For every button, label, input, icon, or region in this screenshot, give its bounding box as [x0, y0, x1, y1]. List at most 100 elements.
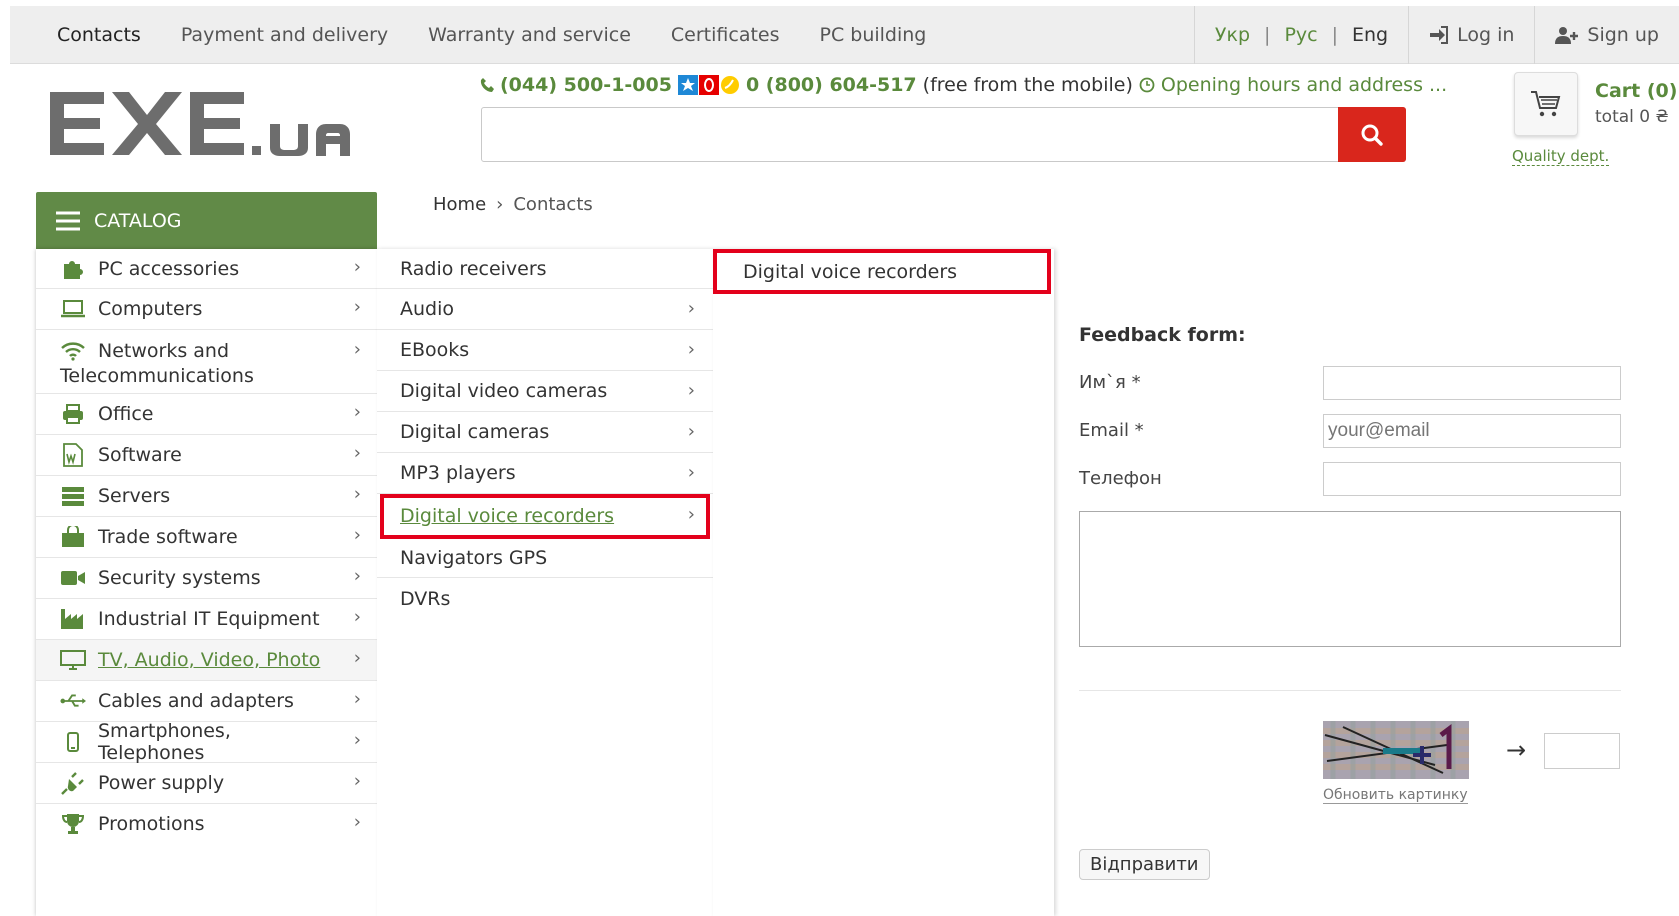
login-label: Log in [1457, 24, 1515, 46]
submenu-item-video-cameras[interactable]: Digital video cameras › [377, 371, 713, 412]
quality-dept-link[interactable]: Quality dept. [1512, 147, 1610, 166]
mobile-operators-icons [677, 75, 740, 95]
catalog-item-promotions[interactable]: Promotions › [36, 804, 377, 844]
phone-label: Телефон [1079, 468, 1162, 489]
catalog-title: CATALOG [94, 209, 182, 232]
phone-free[interactable]: 0 (800) 604-517 [746, 74, 917, 96]
submenu-item-label: Radio receivers [400, 257, 547, 280]
catalog-item-servers[interactable]: Servers › [36, 476, 377, 517]
email-field[interactable] [1323, 414, 1621, 448]
shopping-bag-icon [60, 525, 86, 549]
submenu-item-radio[interactable]: Radio receivers [377, 249, 713, 289]
name-field[interactable] [1323, 366, 1621, 400]
lang-separator: | [1264, 24, 1271, 46]
submenu-item-audio[interactable]: Audio › [377, 289, 713, 330]
language-switcher: Укр | Рус | Eng [1193, 6, 1408, 64]
submenu-item-label: MP3 players [400, 462, 516, 484]
plug-icon [60, 771, 86, 795]
catalog-item-label: Industrial IT Equipment [98, 608, 320, 630]
submenu-item-label: Digital video cameras [400, 380, 608, 402]
lang-eng[interactable]: Eng [1352, 24, 1388, 46]
login-button[interactable]: Log in [1408, 6, 1534, 64]
nav-link-certificates[interactable]: Certificates [671, 24, 780, 46]
chevron-right-icon: › [353, 401, 361, 423]
search-input[interactable] [482, 108, 1337, 161]
catalog-button[interactable]: CATALOG [36, 192, 377, 249]
arrow-right-icon: → [1506, 736, 1527, 764]
server-icon [60, 484, 86, 508]
submit-button[interactable]: Відправити [1079, 849, 1210, 880]
nav-link-contacts[interactable]: Contacts [57, 24, 141, 46]
subsubmenu-item-voice-recorders[interactable]: Digital voice recorders [713, 249, 1051, 294]
factory-icon [60, 607, 86, 631]
nav-link-payment[interactable]: Payment and delivery [181, 24, 388, 46]
catalog-item-label: Computers [98, 298, 203, 320]
catalog-item-office[interactable]: Office › [36, 394, 377, 435]
phone-kyiv[interactable]: (044) 500-1-005 [500, 74, 672, 96]
submenu-item-cameras[interactable]: Digital cameras › [377, 412, 713, 453]
name-label: Им`я * [1079, 372, 1141, 393]
word-file-icon [60, 443, 86, 467]
trophy-icon [60, 812, 86, 836]
feedback-form-title: Feedback form: [1079, 324, 1246, 346]
cart-title[interactable]: Cart (0) [1595, 80, 1677, 102]
submenu-item-dvrs[interactable]: DVRs [377, 578, 713, 619]
catalog-item-software[interactable]: Software › [36, 435, 377, 476]
catalog-item-computers[interactable]: Computers › [36, 289, 377, 330]
catalog-item-power-supply[interactable]: Power supply › [36, 763, 377, 804]
breadcrumb: Home › Contacts [433, 194, 593, 215]
nav-link-pc-building[interactable]: PC building [820, 24, 927, 46]
chevron-right-icon: › [687, 298, 695, 319]
chevron-right-icon: › [687, 380, 695, 401]
catalog-item-label: Servers [98, 485, 171, 507]
catalog-item-trade-software[interactable]: Trade software › [36, 517, 377, 558]
submenu-item-voice-recorders[interactable]: Digital voice recorders › [380, 494, 710, 539]
chevron-right-icon: › [353, 565, 361, 587]
catalog-item-label: Promotions [98, 813, 205, 835]
laptop-icon [60, 297, 86, 321]
chevron-right-icon: › [687, 504, 695, 525]
nav-link-warranty[interactable]: Warranty and service [428, 24, 631, 46]
exe-ua-logo[interactable] [50, 84, 380, 164]
catalog-item-networks[interactable]: Networks and Telecommunications › [36, 330, 377, 394]
catalog-item-label: Cables and adapters [98, 690, 294, 712]
catalog-item-tv-audio-video[interactable]: TV, Audio, Video, Photo › [36, 640, 377, 681]
search-button[interactable] [1338, 107, 1406, 162]
shopping-cart-icon [1531, 91, 1561, 117]
catalog-menu: PC accessories › Computers › Networks and … [36, 249, 377, 916]
submenu-item-label: EBooks [400, 339, 470, 361]
captcha-input[interactable] [1544, 733, 1620, 769]
catalog-item-label: Office [98, 403, 154, 425]
catalog-item-pc-accessories[interactable]: PC accessories › [36, 249, 377, 289]
opening-hours-link[interactable]: Opening hours and address ... [1161, 74, 1447, 96]
lang-separator: | [1331, 24, 1338, 46]
phone-icon [480, 78, 494, 92]
signup-button[interactable]: Sign up [1534, 6, 1679, 64]
catalog-item-label: Networks and Telecommunications [60, 340, 254, 387]
catalog-item-security[interactable]: Security systems › [36, 558, 377, 599]
chevron-right-icon: › [353, 442, 361, 464]
catalog-item-cables[interactable]: Cables and adapters › [36, 681, 377, 722]
add-user-icon [1555, 27, 1579, 44]
sign-in-icon [1430, 26, 1449, 44]
submenu-item-gps[interactable]: Navigators GPS [377, 539, 713, 578]
form-divider [1079, 690, 1621, 691]
catalog-item-label: PC accessories [98, 257, 240, 280]
cart-button[interactable] [1514, 72, 1578, 136]
submenu-item-ebooks[interactable]: EBooks › [377, 330, 713, 371]
catalog-item-industrial[interactable]: Industrial IT Equipment › [36, 599, 377, 640]
kyivstar-icon [677, 75, 698, 95]
submenu-item-mp3[interactable]: MP3 players › [377, 453, 713, 494]
search-icon [1361, 124, 1383, 146]
breadcrumb-current: Contacts [513, 194, 593, 215]
chevron-right-icon: › [353, 524, 361, 546]
submenu-item-label: DVRs [400, 587, 451, 610]
lang-ukr[interactable]: Укр [1215, 24, 1250, 46]
phone-field[interactable] [1323, 462, 1621, 496]
breadcrumb-home[interactable]: Home [433, 194, 486, 215]
catalog-item-smartphones[interactable]: Smartphones, Telephones › [36, 720, 377, 764]
captcha-refresh-link[interactable]: Обновить картинку [1323, 787, 1468, 804]
lang-rus[interactable]: Рус [1284, 24, 1317, 46]
top-links: Contacts Payment and delivery Warranty a… [10, 6, 926, 64]
message-textarea[interactable] [1079, 511, 1621, 647]
